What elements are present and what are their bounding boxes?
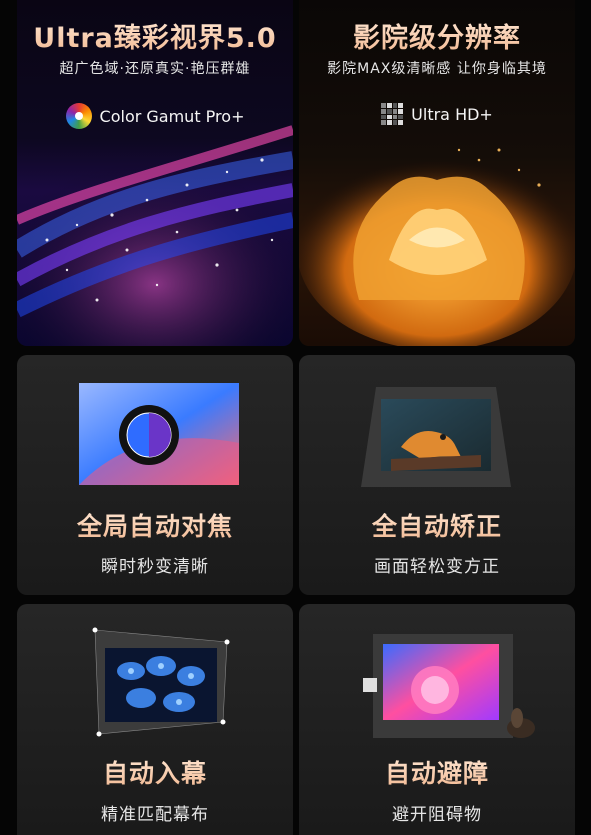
color-panel-subtitle: 超广色域·还原真实·艳压群雄	[59, 61, 251, 77]
feature-subtitle: 画面轻松变方正	[374, 557, 500, 577]
feature-card-autofocus: 全局自动对焦 瞬时秒变清晰	[17, 355, 293, 595]
keystone-correction-icon	[361, 387, 511, 487]
color-panel-title: Ultra臻彩视界5.0	[17, 16, 293, 55]
pixel-grid-icon	[381, 103, 404, 125]
feature-card-keystone: 全自动矫正 画面轻松变方正	[299, 355, 575, 595]
feature-title: 全局自动对焦	[17, 507, 293, 543]
feature-subtitle: 精准匹配幕布	[101, 805, 209, 825]
feature-subtitle: 瞬时秒变清晰	[101, 557, 209, 577]
color-gamut-panel: Ultra臻彩视界5.0 超广色域·还原真实·艳压群雄 Color Gamut …	[17, 0, 293, 346]
rainbow-gamut-icon	[65, 103, 92, 129]
feature-title: 全自动矫正	[299, 507, 575, 543]
autofocus-lens-icon	[79, 383, 239, 485]
feature-title: 自动入幕	[17, 754, 293, 790]
ultra-hd-label: Ultra HD+	[411, 104, 493, 124]
resolution-panel: 影院级分辨率 影院MAX级清晰感 让你身临其境 Ultra HD+	[299, 0, 575, 346]
resolution-panel-title: 影院级分辨率	[299, 16, 575, 55]
screen-fit-icon	[92, 627, 230, 737]
ultra-hd-badge: Ultra HD+	[299, 103, 575, 125]
feature-subtitle: 避开阻碍物	[392, 805, 482, 825]
color-gamut-label: Color Gamut Pro+	[99, 106, 245, 126]
color-gamut-badge: Color Gamut Pro+	[17, 103, 293, 129]
feature-title: 自动避障	[299, 754, 575, 790]
feature-card-screen-fit: 自动入幕 精准匹配幕布	[17, 604, 293, 835]
resolution-panel-subtitle: 影院MAX级清晰感 让你身临其境	[327, 61, 547, 77]
obstacle-avoid-icon	[363, 634, 535, 738]
feature-card-obstacle-avoid: 自动避障 避开阻碍物	[299, 604, 575, 835]
